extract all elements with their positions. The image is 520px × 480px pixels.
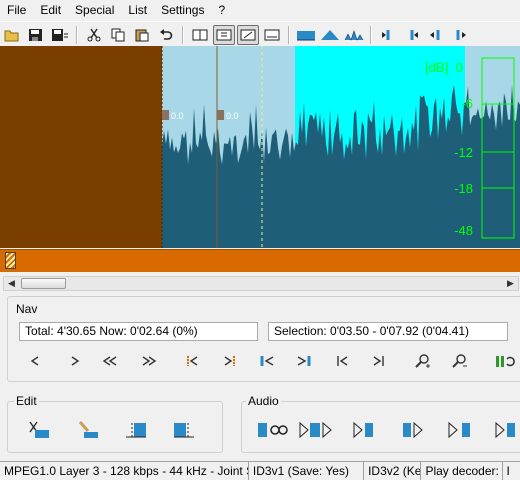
zoom-in-icon[interactable] xyxy=(411,352,435,370)
fade-out-icon[interactable] xyxy=(319,25,341,45)
play-to-selection-icon[interactable] xyxy=(352,419,378,441)
play-selection-icon[interactable] xyxy=(298,419,340,441)
step-forward-button[interactable] xyxy=(63,352,87,370)
jump-next-icon[interactable] xyxy=(449,25,471,45)
mark-split-icon[interactable] xyxy=(237,24,259,45)
zoom-out-icon[interactable] xyxy=(448,352,472,370)
toolbar-separator xyxy=(288,25,290,44)
next-mark-icon[interactable] xyxy=(367,352,391,370)
fast-back-button[interactable] xyxy=(98,352,122,370)
paste-icon[interactable] xyxy=(131,25,153,45)
cue-split-icon[interactable] xyxy=(189,25,211,45)
status-extra: I xyxy=(506,464,510,478)
edit-marker-icon[interactable] xyxy=(74,419,102,441)
db-label: -18 xyxy=(454,181,473,196)
timeline-overview[interactable] xyxy=(0,249,520,272)
play-end-icon[interactable] xyxy=(447,419,473,441)
cut-icon[interactable] xyxy=(83,25,105,45)
db-label: 0 xyxy=(456,60,463,75)
selection-field: Selection: 0'03.50 - 0'07.92 (0'04.41) xyxy=(268,322,508,341)
toolbar-separator xyxy=(370,25,372,44)
scroll-right-icon[interactable]: ▶ xyxy=(503,277,518,290)
db-label: -12 xyxy=(454,145,473,160)
db-label: -6 xyxy=(461,96,473,111)
menu-edit[interactable]: Edit xyxy=(33,0,68,20)
save-icon[interactable] xyxy=(25,25,47,45)
status-bar: MPEG1.0 Layer 3 - 128 kbps - 44 kHz - Jo… xyxy=(0,461,520,480)
scroll-left-icon[interactable]: ◀ xyxy=(4,277,19,290)
open-icon[interactable] xyxy=(1,25,23,45)
fade-in-icon[interactable] xyxy=(295,25,317,45)
go-end-icon[interactable] xyxy=(218,352,242,370)
menu-settings[interactable]: Settings xyxy=(154,0,211,20)
selection-end-icon[interactable] xyxy=(292,352,316,370)
status-format: MPEG1.0 Layer 3 - 128 kbps - 44 kHz - Jo… xyxy=(0,462,249,480)
scroll-thumb[interactable] xyxy=(21,278,66,289)
wave-icon[interactable] xyxy=(343,25,365,45)
play-loop-icon[interactable] xyxy=(493,352,519,370)
play-from-selection-icon[interactable] xyxy=(400,419,426,441)
cue-label: 0.0 xyxy=(226,111,239,121)
jump-prev-icon[interactable] xyxy=(425,25,447,45)
prev-cue-icon[interactable] xyxy=(377,25,399,45)
normalize-icon[interactable] xyxy=(261,25,283,45)
prev-mark-icon[interactable] xyxy=(330,352,354,370)
cut-region xyxy=(0,46,162,248)
cue-label: 0.0 xyxy=(171,111,184,121)
toolbar-separator xyxy=(76,25,78,44)
status-id3v1[interactable]: ID3v1 (Save: Yes) xyxy=(249,462,365,480)
edit-group-title: Edit xyxy=(14,394,39,408)
cue-flag[interactable] xyxy=(217,110,224,120)
status-play-decoder: Play decoder: xyxy=(421,462,503,480)
trim-left-icon[interactable] xyxy=(122,419,150,441)
menu-list[interactable]: List xyxy=(121,0,154,20)
go-start-icon[interactable] xyxy=(180,352,204,370)
menu-bar: File Edit Special List Settings ? xyxy=(0,0,520,20)
timeline-position-marker[interactable] xyxy=(5,252,16,269)
waveform-view[interactable]: 0.0 0.0 [dB] 0 -6 -12 -18 -48 xyxy=(0,46,520,248)
toolbar xyxy=(0,21,520,48)
waveform-canvas[interactable]: 0.0 0.0 [dB] 0 -6 -12 -18 -48 xyxy=(0,46,520,248)
menu-file[interactable]: File xyxy=(0,0,33,20)
play-loop-audio-icon[interactable] xyxy=(256,419,290,441)
next-cue-icon[interactable] xyxy=(401,25,423,45)
cue-flag[interactable] xyxy=(162,110,169,120)
fast-forward-button[interactable] xyxy=(137,352,161,370)
save-as-icon[interactable] xyxy=(49,25,71,45)
play-next-icon[interactable] xyxy=(494,419,520,441)
status-id3v2[interactable]: ID3v2 (Kee xyxy=(364,462,422,480)
trim-right-icon[interactable] xyxy=(170,419,198,441)
nav-group-title: Nav xyxy=(14,302,40,316)
step-back-button[interactable] xyxy=(23,352,47,370)
position-field: Total: 4'30.65 Now: 0'02.64 (0%) xyxy=(19,322,258,341)
selection-start-icon[interactable] xyxy=(255,352,279,370)
horizontal-scrollbar[interactable]: ◀ ▶ xyxy=(3,276,519,291)
db-unit-label: [dB] xyxy=(425,60,448,75)
menu-help[interactable]: ? xyxy=(211,0,232,20)
menu-special[interactable]: Special xyxy=(68,0,121,20)
copy-icon[interactable] xyxy=(107,25,129,45)
cut-selection-icon[interactable] xyxy=(25,419,53,441)
toolbar-separator xyxy=(182,25,184,44)
mark-icon[interactable] xyxy=(213,24,235,45)
db-label: -48 xyxy=(454,223,473,238)
undo-icon[interactable] xyxy=(155,25,177,45)
audio-group-title: Audio xyxy=(246,394,281,408)
